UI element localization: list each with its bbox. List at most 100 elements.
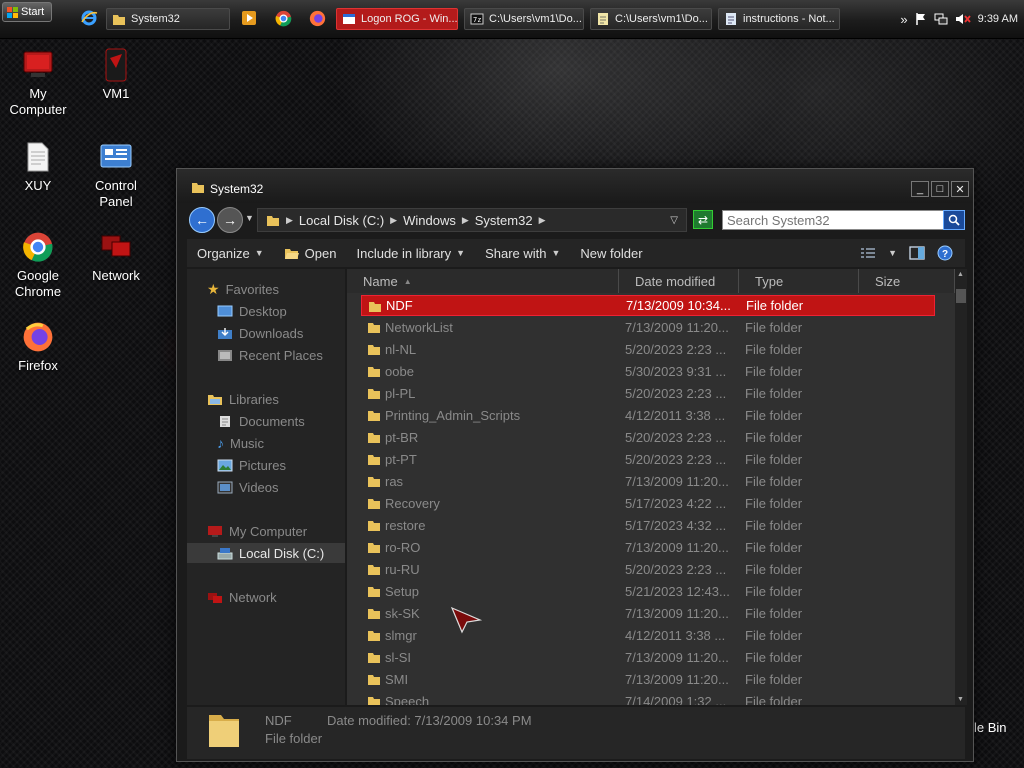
file-row[interactable]: nl-NL 5/20/2023 2:23 ... File folder xyxy=(361,339,935,360)
refresh-button[interactable]: ⇄ xyxy=(693,210,713,229)
maximize-button[interactable]: □ xyxy=(931,181,949,197)
file-row[interactable]: ru-RU 5/20/2023 2:23 ... File folder xyxy=(361,559,935,580)
address-bar[interactable]: ▶ Local Disk (C:) ▶ Windows ▶ System32 ▶… xyxy=(257,208,687,232)
start-button[interactable]: Start xyxy=(2,2,52,22)
breadcrumb-local-disk[interactable]: Local Disk (C:) xyxy=(299,213,384,228)
new-folder-button[interactable]: New folder xyxy=(570,239,652,267)
preview-pane-icon[interactable] xyxy=(909,246,925,260)
help-icon[interactable]: ? xyxy=(937,245,953,261)
nav-videos[interactable]: Videos xyxy=(187,477,345,497)
organize-label: Organize xyxy=(197,245,250,261)
scroll-thumb[interactable] xyxy=(956,289,966,303)
breadcrumb-system32[interactable]: System32 xyxy=(475,213,533,228)
my-computer-icon xyxy=(21,48,55,82)
open-button[interactable]: Open xyxy=(274,239,347,267)
file-date: 5/20/2023 2:23 ... xyxy=(625,386,727,401)
breadcrumb-windows[interactable]: Windows xyxy=(403,213,456,228)
taskbar-button-cmd-1[interactable]: 7z C:\Users\vm1\Do... xyxy=(464,8,584,30)
media-player-icon[interactable] xyxy=(238,7,260,29)
file-row[interactable]: ras 7/13/2009 11:20... File folder xyxy=(361,471,935,492)
flag-icon[interactable] xyxy=(915,12,927,26)
nav-pictures[interactable]: Pictures xyxy=(187,455,345,475)
file-row[interactable]: Recovery 5/17/2023 4:22 ... File folder xyxy=(361,493,935,514)
file-row[interactable]: NDF 7/13/2009 10:34... File folder xyxy=(361,295,935,316)
file-row[interactable]: NetworkList 7/13/2009 11:20... File folder xyxy=(361,317,935,338)
nav-my-computer[interactable]: My Computer xyxy=(187,521,345,541)
share-with-button[interactable]: Share with ▼ xyxy=(475,239,570,267)
file-row[interactable]: ro-RO 7/13/2009 11:20... File folder xyxy=(361,537,935,558)
address-history-dropdown[interactable]: ▽ xyxy=(670,215,678,226)
breadcrumb-arrow-icon[interactable]: ▶ xyxy=(539,215,546,226)
nav-libraries[interactable]: Libraries xyxy=(187,389,345,409)
nav-music[interactable]: ♪ Music xyxy=(187,433,345,453)
folder-icon xyxy=(267,215,279,226)
desktop-icon-control-panel[interactable]: Control Panel xyxy=(78,140,154,210)
nav-network[interactable]: Network xyxy=(187,587,345,607)
breadcrumb-arrow-icon[interactable]: ▶ xyxy=(462,215,469,226)
taskbar-button-label: C:\Users\vm1\Do... xyxy=(615,13,708,25)
recent-pages-dropdown[interactable]: ▼ xyxy=(245,213,254,223)
internet-explorer-icon[interactable] xyxy=(78,7,100,29)
file-row[interactable]: pl-PL 5/20/2023 2:23 ... File folder xyxy=(361,383,935,404)
clock[interactable]: 9:39 AM xyxy=(978,13,1018,25)
column-header-type[interactable]: Type xyxy=(739,269,859,293)
view-options-icon[interactable] xyxy=(860,247,876,259)
file-row[interactable]: restore 5/17/2023 4:32 ... File folder xyxy=(361,515,935,536)
chevron-down-icon[interactable]: ▼ xyxy=(888,248,897,258)
file-date: 7/13/2009 11:20... xyxy=(625,606,729,621)
search-icon[interactable] xyxy=(943,210,965,230)
column-header-size[interactable]: Size xyxy=(859,269,955,293)
file-type: File folder xyxy=(745,628,803,643)
desktop-icon-network[interactable]: Network xyxy=(78,230,154,284)
breadcrumb-arrow-icon[interactable]: ▶ xyxy=(390,215,397,226)
column-header-date[interactable]: Date modified xyxy=(619,269,739,293)
nav-recent-places[interactable]: Recent Places xyxy=(187,345,345,365)
file-row[interactable]: Speech 7/14/2009 1:32 ... File folder xyxy=(361,691,935,705)
forward-button[interactable]: → xyxy=(217,207,243,233)
organize-button[interactable]: Organize ▼ xyxy=(187,239,274,267)
nav-downloads[interactable]: Downloads xyxy=(187,323,345,343)
file-row[interactable]: SMI 7/13/2009 11:20... File folder xyxy=(361,669,935,690)
taskbar-button-cmd-2[interactable]: C:\Users\vm1\Do... xyxy=(590,8,712,30)
chrome-icon[interactable] xyxy=(272,7,294,29)
desktop-icon-xuy[interactable]: XUY xyxy=(0,140,76,194)
nav-local-disk[interactable]: Local Disk (C:) xyxy=(187,543,345,563)
taskbar-button-instructions[interactable]: instructions - Not... xyxy=(718,8,840,30)
desktop-icon-recycle-bin-label[interactable]: le Bin xyxy=(974,720,1007,735)
desktop-icon-label: Google Chrome xyxy=(14,268,62,299)
file-row[interactable]: Printing_Admin_Scripts 4/12/2011 3:38 ...… xyxy=(361,405,935,426)
tray-expand-icon[interactable]: » xyxy=(900,12,907,27)
nav-favorites[interactable]: ★ Favorites xyxy=(187,279,345,299)
title-bar[interactable]: System32 _ □ ✕ xyxy=(177,169,973,203)
nav-documents[interactable]: Documents xyxy=(187,411,345,431)
file-row[interactable]: pt-BR 5/20/2023 2:23 ... File folder xyxy=(361,427,935,448)
firefox-icon[interactable] xyxy=(306,7,328,29)
taskbar-button-logon-rog[interactable]: Logon ROG - Win... xyxy=(336,8,458,30)
file-row[interactable]: sl-SI 7/13/2009 11:20... File folder xyxy=(361,647,935,668)
search-input[interactable] xyxy=(722,210,965,230)
file-row[interactable]: Setup 5/21/2023 12:43... File folder xyxy=(361,581,935,602)
file-row[interactable]: slmgr 4/12/2011 3:38 ... File folder xyxy=(361,625,935,646)
desktop-icon-vm1[interactable]: VM1 xyxy=(78,48,154,102)
nav-desktop[interactable]: Desktop xyxy=(187,301,345,321)
desktop-icon-my-computer[interactable]: My Computer xyxy=(0,48,76,118)
volume-muted-icon[interactable] xyxy=(955,12,971,26)
include-in-library-button[interactable]: Include in library ▼ xyxy=(346,239,475,267)
nav-label: My Computer xyxy=(229,523,308,539)
column-header-name[interactable]: Name ▲ xyxy=(347,269,619,293)
taskbar-button-system32[interactable]: System32 xyxy=(106,8,230,30)
file-row[interactable]: sk-SK 7/13/2009 11:20... File folder xyxy=(361,603,935,624)
desktop-icon-firefox[interactable]: Firefox xyxy=(0,320,76,374)
back-button[interactable]: ← xyxy=(189,207,215,233)
nav-label: Videos xyxy=(239,479,279,495)
file-row[interactable]: oobe 5/30/2023 9:31 ... File folder xyxy=(361,361,935,382)
close-button[interactable]: ✕ xyxy=(951,181,969,197)
vertical-scrollbar[interactable]: ▲ ▼ xyxy=(955,269,967,705)
desktop-icon-google-chrome[interactable]: Google Chrome xyxy=(0,230,76,300)
minimize-button[interactable]: _ xyxy=(911,181,929,197)
breadcrumb-arrow-icon[interactable]: ▶ xyxy=(286,215,293,226)
scroll-down-icon[interactable]: ▼ xyxy=(957,696,964,703)
network-tray-icon[interactable] xyxy=(934,12,948,26)
file-row[interactable]: pt-PT 5/20/2023 2:23 ... File folder xyxy=(361,449,935,470)
scroll-up-icon[interactable]: ▲ xyxy=(957,271,964,278)
